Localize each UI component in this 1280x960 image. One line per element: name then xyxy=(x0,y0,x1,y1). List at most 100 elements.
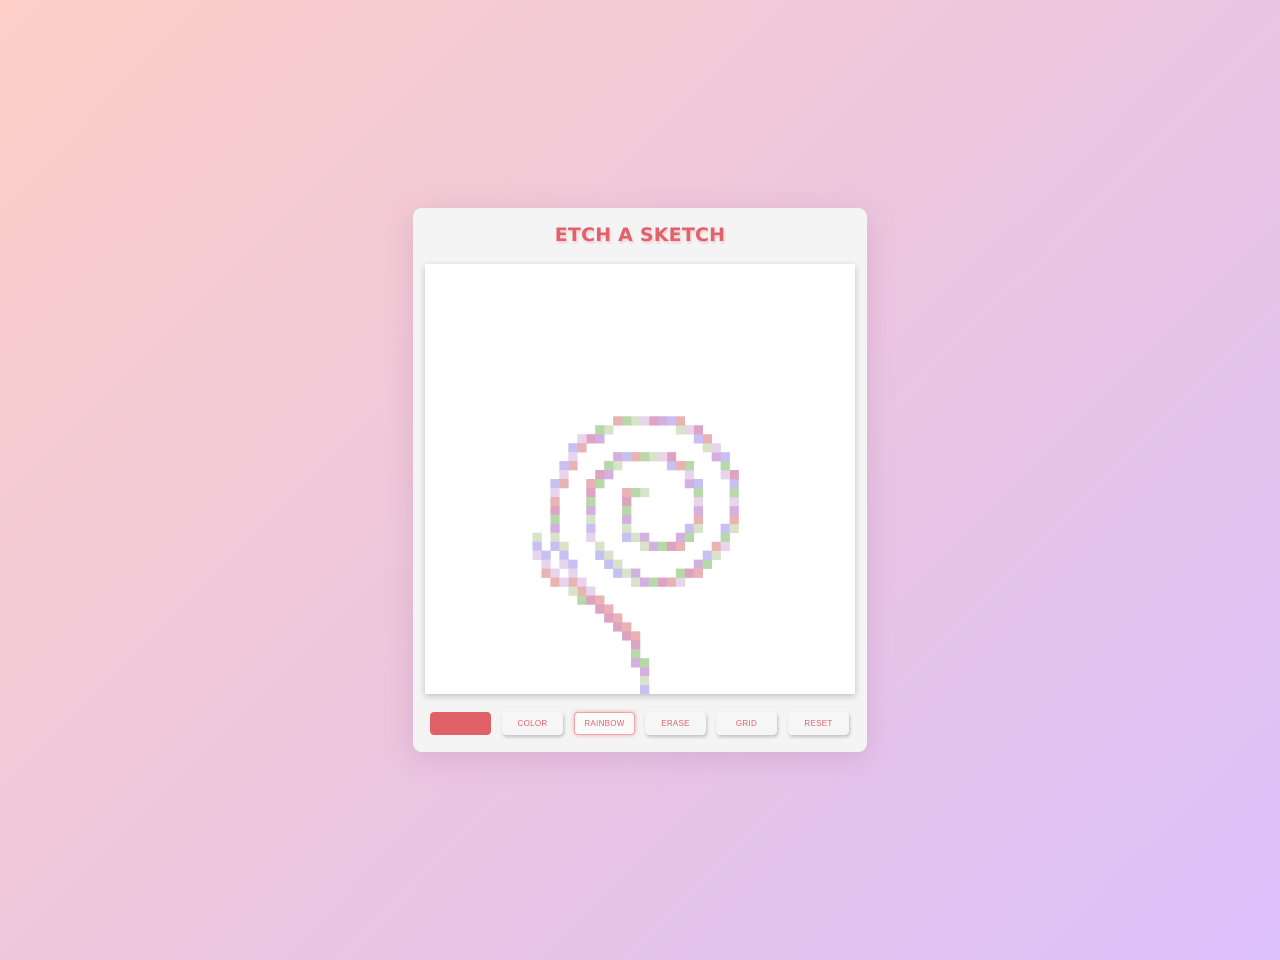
grid-button[interactable]: Grid xyxy=(716,712,777,735)
sketch-cell xyxy=(622,496,632,507)
sketch-cell xyxy=(657,577,668,587)
sketch-cell xyxy=(559,461,569,471)
sketch-cell xyxy=(595,434,605,444)
sketch-cell xyxy=(550,532,560,543)
sketch-cell xyxy=(622,487,632,498)
sketch-cell xyxy=(622,622,632,632)
sketch-cell xyxy=(729,514,739,525)
sketch-cell xyxy=(631,452,641,462)
sketch-cell xyxy=(532,541,542,551)
sketch-cell xyxy=(559,577,569,587)
sketch-cell xyxy=(729,479,739,489)
sketch-cell xyxy=(729,470,739,480)
sketch-cell xyxy=(577,577,587,587)
sketch-cell xyxy=(657,541,668,551)
sketch-cell xyxy=(550,577,560,587)
sketch-cell xyxy=(595,595,605,605)
reset-button[interactable]: Reset xyxy=(788,712,849,735)
sketch-cell xyxy=(613,452,623,462)
sketch-cell xyxy=(577,586,587,596)
sketch-cell xyxy=(586,532,596,543)
sketch-canvas[interactable] xyxy=(425,264,855,694)
sketch-cell xyxy=(631,577,641,587)
sketch-cell xyxy=(631,416,641,426)
sketch-cell xyxy=(604,470,614,480)
sketch-cell xyxy=(568,568,578,578)
sketch-cell xyxy=(720,523,730,534)
sketch-grid[interactable] xyxy=(425,264,855,694)
sketch-cell xyxy=(604,425,614,435)
sketch-cell xyxy=(622,523,632,534)
sketch-cell xyxy=(666,416,677,426)
sketch-cell xyxy=(657,452,668,462)
sketch-cell xyxy=(595,541,605,551)
sketch-cell xyxy=(622,631,632,641)
sketch-cell xyxy=(684,470,695,480)
sketch-cell xyxy=(622,505,632,516)
sketch-cell xyxy=(693,559,704,569)
sketch-cell xyxy=(586,586,596,596)
sketch-cell xyxy=(550,541,560,551)
sketch-cell xyxy=(550,479,560,489)
sketch-cell xyxy=(720,532,730,543)
erase-button[interactable]: Erase xyxy=(645,712,706,735)
sketch-cell xyxy=(604,613,614,623)
sketch-cell xyxy=(693,487,704,498)
sketch-cell xyxy=(675,416,686,426)
sketch-cell xyxy=(648,452,659,462)
sketch-cell xyxy=(675,425,686,435)
sketch-cell xyxy=(720,541,730,551)
sketch-cell xyxy=(729,496,739,507)
sketch-cell xyxy=(675,532,686,543)
sketch-cell xyxy=(586,479,596,489)
sketch-cell xyxy=(693,425,704,435)
sketch-cell xyxy=(631,631,641,641)
sketch-cell xyxy=(631,487,641,498)
sketch-cell xyxy=(702,559,712,569)
sketch-cell xyxy=(604,550,614,560)
rainbow-button[interactable]: Rainbow xyxy=(574,712,635,735)
sketch-cell xyxy=(622,416,632,426)
color-button[interactable]: Color xyxy=(502,712,563,735)
sketch-cell xyxy=(568,443,578,453)
sketch-cell xyxy=(541,559,551,569)
sketch-cell xyxy=(550,514,560,525)
sketch-cell xyxy=(604,461,614,471)
sketch-cell xyxy=(684,532,695,543)
sketch-cell xyxy=(640,577,650,587)
sketch-cell xyxy=(613,559,623,569)
sketch-cell xyxy=(640,532,650,543)
sketch-cell xyxy=(648,541,659,551)
sketch-cell xyxy=(631,640,641,650)
sketch-cell xyxy=(711,452,721,462)
sketch-cell xyxy=(684,461,695,471)
sketch-cell xyxy=(568,461,578,471)
sketch-cell xyxy=(693,505,704,516)
sketch-cell xyxy=(631,649,641,659)
sketch-cell xyxy=(586,523,596,534)
sketch-cell xyxy=(684,425,695,435)
sketch-cell xyxy=(622,532,632,543)
sketch-cell xyxy=(595,479,605,489)
sketch-cell xyxy=(720,461,730,471)
sketch-cell xyxy=(631,658,641,668)
sketch-cell xyxy=(622,568,632,578)
sketch-cell xyxy=(577,434,587,444)
sketch-cell xyxy=(613,416,623,426)
sketch-cell xyxy=(640,667,650,677)
sketch-cell xyxy=(613,568,623,578)
sketch-cell xyxy=(640,416,650,426)
color-picker[interactable] xyxy=(430,712,491,735)
sketch-cell xyxy=(729,487,739,498)
sketch-cell xyxy=(532,550,542,560)
sketch-cell xyxy=(729,505,739,516)
sketch-cell xyxy=(640,452,650,462)
sketch-cell xyxy=(720,470,730,480)
sketch-cell xyxy=(702,550,712,560)
sketch-cell xyxy=(666,452,677,462)
sketch-cell xyxy=(693,434,704,444)
sketch-cell xyxy=(631,568,641,578)
sketch-cell xyxy=(729,523,739,534)
sketch-cell xyxy=(550,496,560,507)
sketch-cell xyxy=(586,496,596,507)
